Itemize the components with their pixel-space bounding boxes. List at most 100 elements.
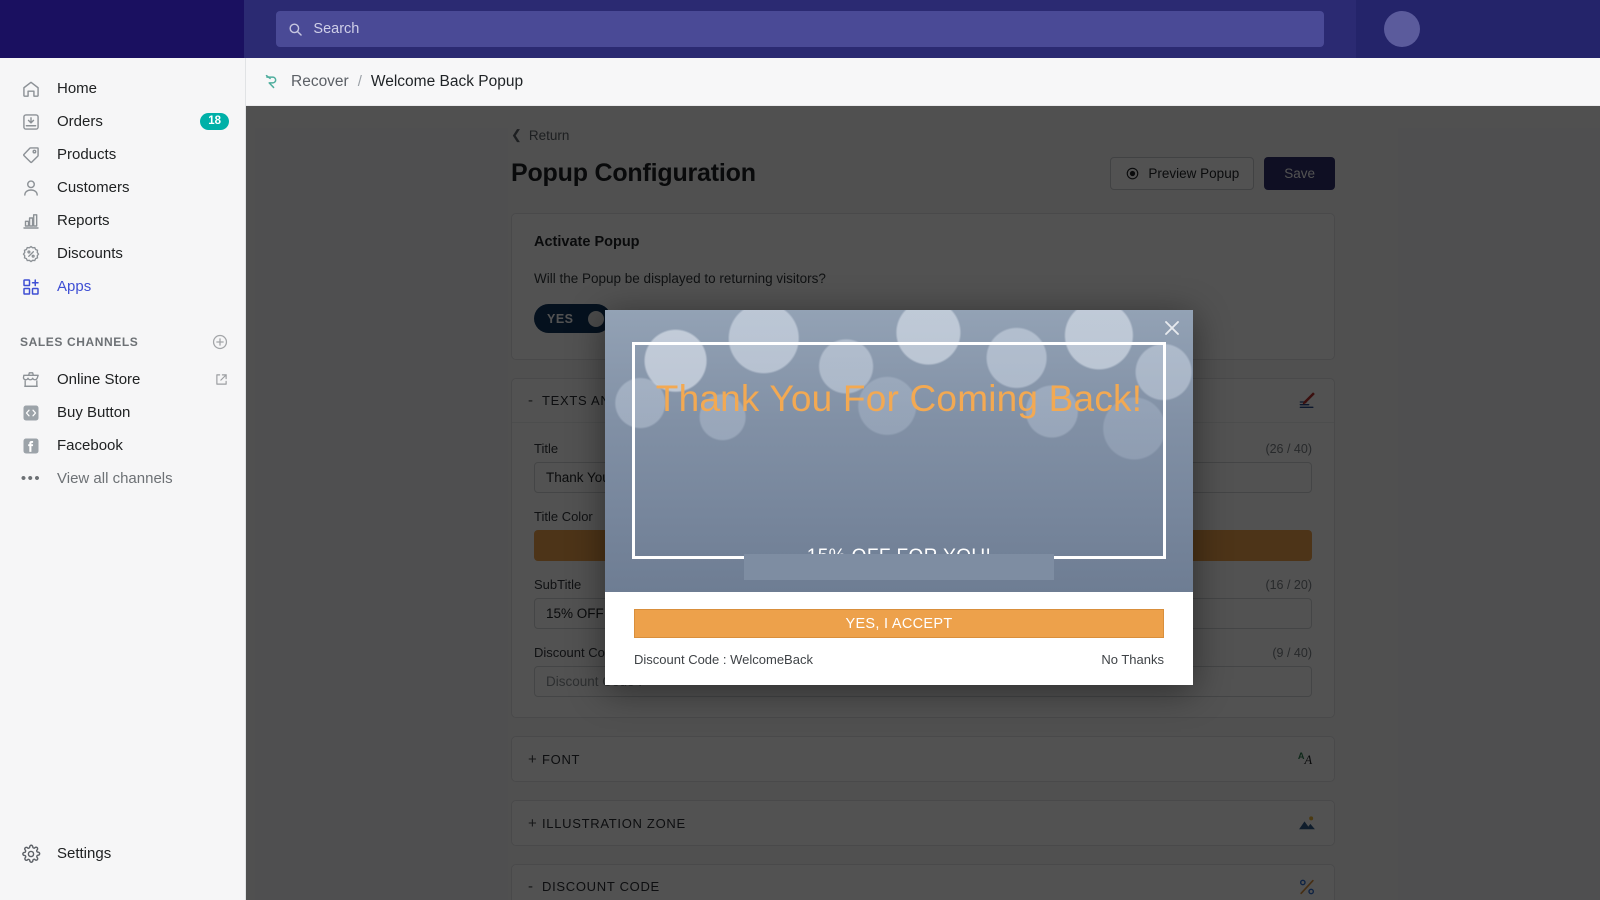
sidebar-item-settings[interactable]: Settings	[0, 837, 245, 870]
activate-popup-toggle[interactable]: YES	[534, 304, 611, 333]
sidebar-item-customers[interactable]: Customers	[0, 171, 245, 204]
accordion-sign: +	[528, 814, 537, 832]
accordion-label: DISCOUNT CODE	[542, 879, 660, 894]
bar-chart-icon	[20, 210, 42, 232]
sidebar-item-online-store[interactable]: Online Store	[0, 363, 245, 396]
breadcrumb-separator: /	[357, 73, 362, 90]
popup-accept-button[interactable]: YES, I ACCEPT	[634, 609, 1164, 638]
percent-icon	[1296, 876, 1318, 898]
accordion-sign: -	[528, 392, 533, 409]
topbar-account-zone	[1356, 0, 1600, 58]
sidebar-item-label: Facebook	[57, 437, 123, 454]
toggle-knob	[588, 310, 604, 327]
popup-accept-label: YES, I ACCEPT	[845, 615, 953, 632]
subtitle-label: SubTitle	[534, 577, 582, 592]
illustration-zone-panel: + ILLUSTRATION ZONE	[511, 800, 1335, 846]
breadcrumb: Recover / Welcome Back Popup	[246, 58, 1600, 106]
sidebar-item-orders[interactable]: Orders 18	[0, 105, 245, 138]
header-actions: Preview Popup Save	[1110, 157, 1335, 190]
eye-icon	[1125, 166, 1140, 181]
sidebar-item-view-all-channels[interactable]: ••• View all channels	[0, 462, 245, 495]
popup-hero: Thank You For Coming Back! 15% OFF FOR Y…	[605, 310, 1193, 592]
sidebar-item-label: Apps	[57, 278, 92, 295]
edit-pencil-icon	[1296, 390, 1318, 412]
sidebar: Home Orders 18 Products Customers Report…	[0, 58, 246, 900]
sidebar-item-label: Products	[57, 146, 117, 163]
orders-badge: 18	[200, 113, 229, 130]
avatar[interactable]	[1384, 11, 1421, 47]
font-header[interactable]: + FONT A A	[512, 737, 1334, 781]
save-label: Save	[1284, 166, 1315, 181]
sidebar-item-label: Settings	[57, 845, 112, 862]
preview-popup-button[interactable]: Preview Popup	[1110, 157, 1255, 190]
sidebar-item-label: Buy Button	[57, 404, 131, 421]
breadcrumb-page: Welcome Back Popup	[370, 72, 524, 90]
top-bar: Search	[0, 0, 1600, 58]
sidebar-item-label: View all channels	[57, 470, 173, 487]
plus-circle-icon[interactable]	[211, 333, 229, 351]
svg-text:A: A	[1304, 753, 1313, 767]
sidebar-item-label: Reports	[57, 212, 110, 229]
title-label: Title	[534, 441, 559, 456]
sidebar-item-buy-button[interactable]: Buy Button	[0, 396, 245, 429]
title-color-label: Title Color	[534, 509, 593, 524]
discount-code-header[interactable]: - DISCOUNT CODE	[512, 865, 1334, 900]
image-mountain-icon	[1296, 812, 1318, 834]
sidebar-item-products[interactable]: Products	[0, 138, 245, 171]
search-icon	[289, 22, 303, 36]
subtitle-counter: (16 / 20)	[1265, 578, 1312, 592]
accordion-sign: -	[528, 878, 533, 895]
sidebar-item-label: Customers	[57, 179, 130, 196]
apps-icon	[20, 276, 42, 298]
sidebar-item-label: Online Store	[57, 371, 141, 388]
page-title: Popup Configuration	[511, 159, 756, 187]
sales-channels-header: SALES CHANNELS	[0, 327, 245, 357]
page-header: Popup Configuration Preview Popup Save	[511, 157, 1335, 190]
title-counter: (26 / 40)	[1265, 442, 1312, 456]
sidebar-item-label: Orders	[57, 113, 103, 130]
close-icon[interactable]	[1160, 316, 1184, 340]
popup-hero-frame: Thank You For Coming Back! 15% OFF FOR Y…	[632, 342, 1166, 580]
breadcrumb-app[interactable]: Recover	[291, 73, 349, 91]
tag-icon	[20, 144, 42, 166]
activate-popup-title: Activate Popup	[534, 234, 640, 250]
activate-popup-question: Will the Popup be displayed to returning…	[534, 271, 826, 286]
return-link[interactable]: ❮ Return	[511, 127, 1335, 143]
sidebar-item-label: Discounts	[57, 245, 123, 262]
sidebar-item-home[interactable]: Home	[0, 72, 245, 105]
font-panel: + FONT A A	[511, 736, 1335, 782]
store-icon	[20, 369, 42, 391]
popup-footer-row: Discount Code : WelcomeBack No Thanks	[634, 652, 1164, 667]
illustration-zone-header[interactable]: + ILLUSTRATION ZONE	[512, 801, 1334, 845]
sidebar-item-apps[interactable]: Apps	[0, 270, 245, 303]
toggle-label: YES	[547, 311, 574, 326]
sidebar-item-reports[interactable]: Reports	[0, 204, 245, 237]
popup-footer: YES, I ACCEPT Discount Code : WelcomeBac…	[605, 592, 1193, 685]
recover-logo-icon	[263, 72, 282, 91]
sidebar-item-discounts[interactable]: Discounts	[0, 237, 245, 270]
font-aa-icon: A A	[1296, 748, 1318, 770]
orders-icon	[20, 111, 42, 133]
gear-icon	[20, 843, 42, 865]
discount-icon	[20, 243, 42, 265]
accordion-label: ILLUSTRATION ZONE	[542, 815, 686, 831]
accordion-sign: +	[528, 750, 537, 768]
search-input[interactable]: Search	[276, 11, 1325, 47]
external-link-icon[interactable]	[214, 372, 229, 387]
topbar-search-zone: Search	[244, 0, 1357, 58]
discount-code-panel: - DISCOUNT CODE	[511, 864, 1335, 900]
app-root: Search Home Orders 18 Products Customers…	[0, 0, 1600, 900]
person-icon	[20, 177, 42, 199]
code-icon	[20, 402, 42, 424]
return-label: Return	[528, 127, 570, 143]
sidebar-item-facebook[interactable]: Facebook	[0, 429, 245, 462]
popup-discount-code-text: Discount Code : WelcomeBack	[634, 652, 813, 667]
topbar-logo-area	[0, 0, 245, 58]
save-button[interactable]: Save	[1264, 157, 1335, 190]
sales-channels-title: SALES CHANNELS	[20, 335, 139, 349]
facebook-icon	[20, 435, 42, 457]
discount-code-text-counter: (9 / 40)	[1272, 646, 1312, 660]
preview-popup-label: Preview Popup	[1148, 166, 1240, 181]
popup-decline-link[interactable]: No Thanks	[1101, 652, 1164, 667]
